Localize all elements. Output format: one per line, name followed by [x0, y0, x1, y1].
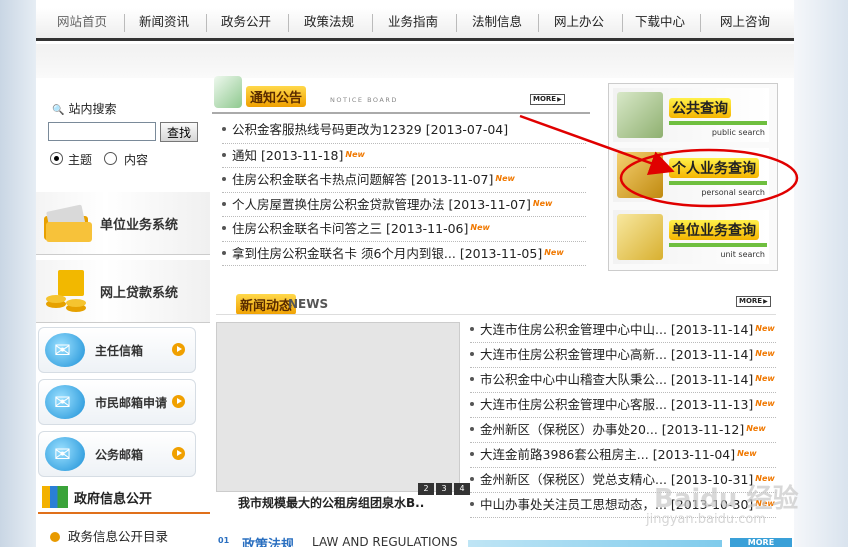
list-item[interactable]: 大连金前路3986套公租房主... [2013-11-04] New [470, 443, 776, 468]
list-item[interactable]: 市公积金中心中山稽查大队秉公... [2013-11-14] New [470, 368, 776, 393]
official-mailbox-button[interactable]: 公务邮箱 [38, 431, 196, 477]
unit-system-label: 单位业务系统 [100, 218, 179, 233]
news-photo[interactable] [216, 322, 460, 492]
nav-item-download[interactable]: 下载中心 [624, 8, 696, 38]
law-more-link[interactable]: MORE [730, 538, 792, 547]
right-gutter [794, 0, 848, 547]
list-item[interactable]: 大连市住房公积金管理中心中山... [2013-11-14] New [470, 318, 776, 343]
list-item[interactable]: 公积金客服热线号码更改为12329 [2013-07-04] [222, 119, 586, 144]
list-item[interactable]: 拿到住房公积金联名卡 须6个月内到银... [2013-11-05] New [222, 242, 586, 266]
news-subtitle: NEWS [288, 297, 329, 311]
news-more-link[interactable]: MORE [736, 296, 771, 307]
notice-book-icon [214, 76, 242, 108]
list-item[interactable]: 大连市住房公积金管理中心高新... [2013-11-14] New [470, 343, 776, 368]
gov-info-catalog-link[interactable]: 政务信息公开目录 [50, 526, 168, 545]
site-search-label: 🔍 站内搜索 [52, 102, 117, 116]
mail-icon [45, 333, 85, 367]
top-nav: 网站首页 新闻资讯 政务公开 政策法规 业务指南 法制信息 网上办公 下载中心 … [36, 8, 794, 41]
online-loan-system-link[interactable]: 网上贷款系统 [36, 260, 210, 323]
photo-pager: 234 [416, 480, 470, 495]
radio-content[interactable] [104, 152, 117, 165]
search-button[interactable]: 查找 [160, 122, 198, 142]
photo-caption[interactable]: 我市规模最大的公租房组团泉水B.. [238, 494, 424, 511]
news-title: 新闻动态 [236, 294, 297, 315]
money-icon [617, 214, 663, 260]
mail-icon [45, 385, 85, 419]
left-gutter [0, 0, 36, 547]
banner-strip [36, 44, 794, 78]
nav-item-consult[interactable]: 网上咨询 [702, 8, 788, 38]
new-badge: New [755, 399, 775, 408]
director-mailbox-button[interactable]: 主任信箱 [38, 327, 196, 373]
unit-search-button[interactable]: 单位业务查询 unit search [613, 210, 769, 264]
query-panel: 公共查询 public search 个人业务查询 personal searc… [608, 83, 778, 271]
nav-item-office[interactable]: 网上办公 [540, 8, 618, 38]
nav-item-gov-affairs[interactable]: 政务公开 [208, 8, 284, 38]
search-input[interactable] [48, 122, 156, 141]
new-badge: New [345, 149, 365, 159]
mail-icon [45, 437, 85, 471]
list-item[interactable]: 住房公积金联名卡热点问题解答 [2013-11-07] New [222, 168, 586, 193]
loan-system-label: 网上贷款系统 [100, 286, 179, 301]
nav-item-policy[interactable]: 政策法规 [290, 8, 368, 38]
page: 网站首页 新闻资讯 政务公开 政策法规 业务指南 法制信息 网上办公 下载中心 … [0, 0, 848, 547]
unit-business-system-link[interactable]: 单位业务系统 [36, 192, 210, 255]
divider [212, 112, 590, 114]
box-coins-icon [617, 152, 663, 198]
citizen-mailbox-button[interactable]: 市民邮箱申请 [38, 379, 196, 425]
nav-item-home[interactable]: 网站首页 [44, 8, 120, 38]
notice-list: 公积金客服热线号码更改为12329 [2013-07-04] 通知 [2013-… [222, 119, 586, 266]
gov-info-title: 政府信息公开 [38, 484, 210, 514]
watermark: Baidu 经验 [654, 484, 799, 514]
notice-title: 通知公告 [246, 86, 307, 107]
pager-4[interactable]: 4 [454, 483, 470, 495]
folder-icon [44, 204, 92, 242]
public-search-button[interactable]: 公共查询 public search [613, 88, 769, 142]
nav-item-guide[interactable]: 业务指南 [374, 8, 452, 38]
coins-icon [46, 270, 86, 312]
nav-item-legal[interactable]: 法制信息 [458, 8, 536, 38]
notice-more-link[interactable]: MORE [530, 94, 565, 105]
pager-3[interactable]: 3 [436, 483, 452, 495]
new-badge: New [544, 247, 564, 257]
new-badge: New [532, 198, 553, 208]
list-item[interactable]: 通知 [2013-11-18] New [222, 144, 586, 168]
list-item[interactable]: 住房公积金联名卡问答之三 [2013-11-06] New [222, 217, 586, 242]
monitor-icon [617, 92, 663, 138]
notice-subtitle: NOTICE BOARD [330, 96, 398, 104]
watermark-url: jingyan.baidu.com [646, 512, 766, 527]
new-badge: New [755, 374, 775, 383]
main-container: 网站首页 新闻资讯 政务公开 政策法规 业务指南 法制信息 网上办公 下载中心 … [36, 0, 794, 547]
nav-item-news[interactable]: 新闻资讯 [126, 8, 202, 38]
personal-search-button[interactable]: 个人业务查询 personal search [613, 148, 769, 202]
divider [216, 314, 776, 315]
notice-header: 通知公告 NOTICE BOARD MORE [212, 74, 590, 110]
new-badge: New [755, 324, 775, 333]
list-item[interactable]: 大连市住房公积金管理中心客服... [2013-11-13] New [470, 393, 776, 418]
new-badge: New [495, 174, 515, 183]
list-item[interactable]: 金州新区（保税区）办事处20... [2013-11-12] New [470, 418, 776, 443]
radio-title-label: 主题 [68, 153, 93, 167]
law-title: 政策法规 [242, 538, 295, 547]
new-badge: New [737, 449, 757, 458]
new-badge: New [470, 223, 490, 232]
radio-content-label: 内容 [124, 153, 149, 167]
radio-title[interactable] [50, 152, 63, 165]
arrow-right-icon [172, 447, 185, 460]
law-header: 01 政策法规 LAW AND REGULATIONS [216, 532, 776, 547]
arrow-right-icon [172, 395, 185, 408]
new-badge: New [746, 424, 766, 433]
search-icon: 🔍 [52, 105, 65, 116]
bullet-icon [50, 532, 60, 542]
books-icon [42, 486, 68, 508]
news-header: 新闻动态 NEWS MORE [218, 292, 774, 316]
new-badge: New [755, 349, 775, 358]
law-subtitle: LAW AND REGULATIONS [312, 535, 458, 547]
arrow-right-icon [172, 343, 185, 356]
list-item[interactable]: 个人房屋置换住房公积金贷款管理办法 [2013-11-07] New [222, 193, 586, 217]
